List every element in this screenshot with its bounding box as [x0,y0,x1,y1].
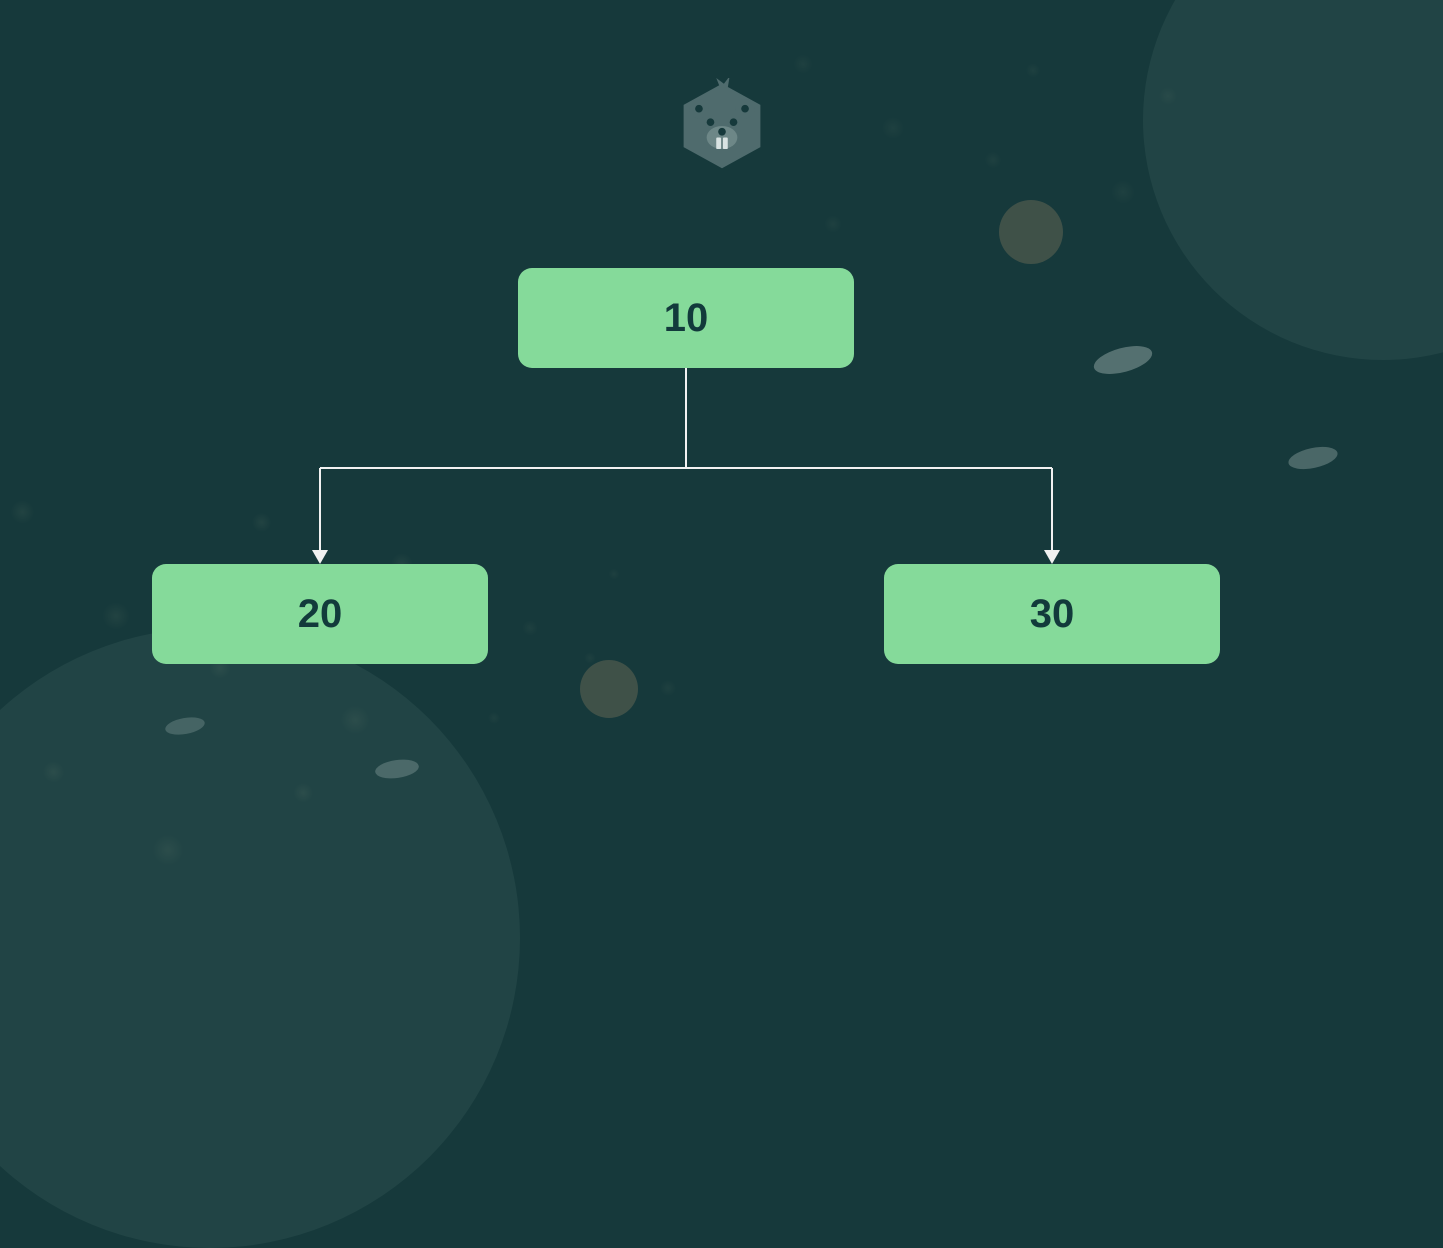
bg-decor [999,200,1063,264]
tree-node-root: 10 [518,268,854,368]
tree-connectors [0,368,1443,568]
tree-diagram: 10 20 30 [0,268,1443,688]
beaver-logo-icon [674,78,770,174]
node-value: 20 [298,592,343,637]
tree-node-right-child: 30 [884,564,1220,664]
tree-node-left-child: 20 [152,564,488,664]
node-value: 30 [1030,592,1075,637]
node-value: 10 [664,296,709,341]
